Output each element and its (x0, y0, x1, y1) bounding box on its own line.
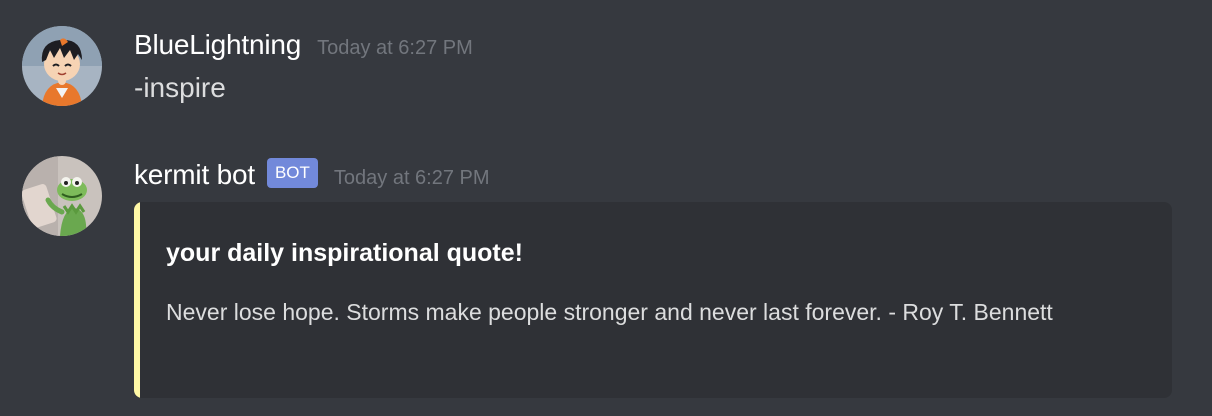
message-content: kermit bot BOT Today at 6:27 PM your dai… (134, 152, 1174, 398)
quote-embed: your daily inspirational quote! Never lo… (134, 202, 1172, 398)
user-avatar[interactable] (22, 26, 102, 106)
embed-description: Never lose hope. Storms make people stro… (166, 299, 1053, 325)
bot-avatar[interactable] (22, 156, 102, 236)
username[interactable]: kermit bot (134, 159, 255, 191)
message-header: BlueLightning Today at 6:27 PM (134, 22, 1174, 68)
username[interactable]: BlueLightning (134, 29, 301, 61)
kermit-frog-avatar-icon (22, 156, 102, 236)
message-content: BlueLightning Today at 6:27 PM -inspire (134, 22, 1174, 108)
embed-title: your daily inspirational quote! (166, 239, 523, 267)
anime-figure-avatar-icon (22, 26, 102, 106)
timestamp: Today at 6:27 PM (333, 166, 490, 189)
message-header: kermit bot BOT Today at 6:27 PM (134, 152, 1174, 198)
message-text: -inspire (134, 72, 226, 103)
bot-badge: BOT (266, 158, 318, 188)
embed-body: your daily inspirational quote! Never lo… (166, 236, 1112, 330)
timestamp: Today at 6:27 PM (317, 36, 473, 59)
embed-accent-bar (134, 202, 140, 398)
